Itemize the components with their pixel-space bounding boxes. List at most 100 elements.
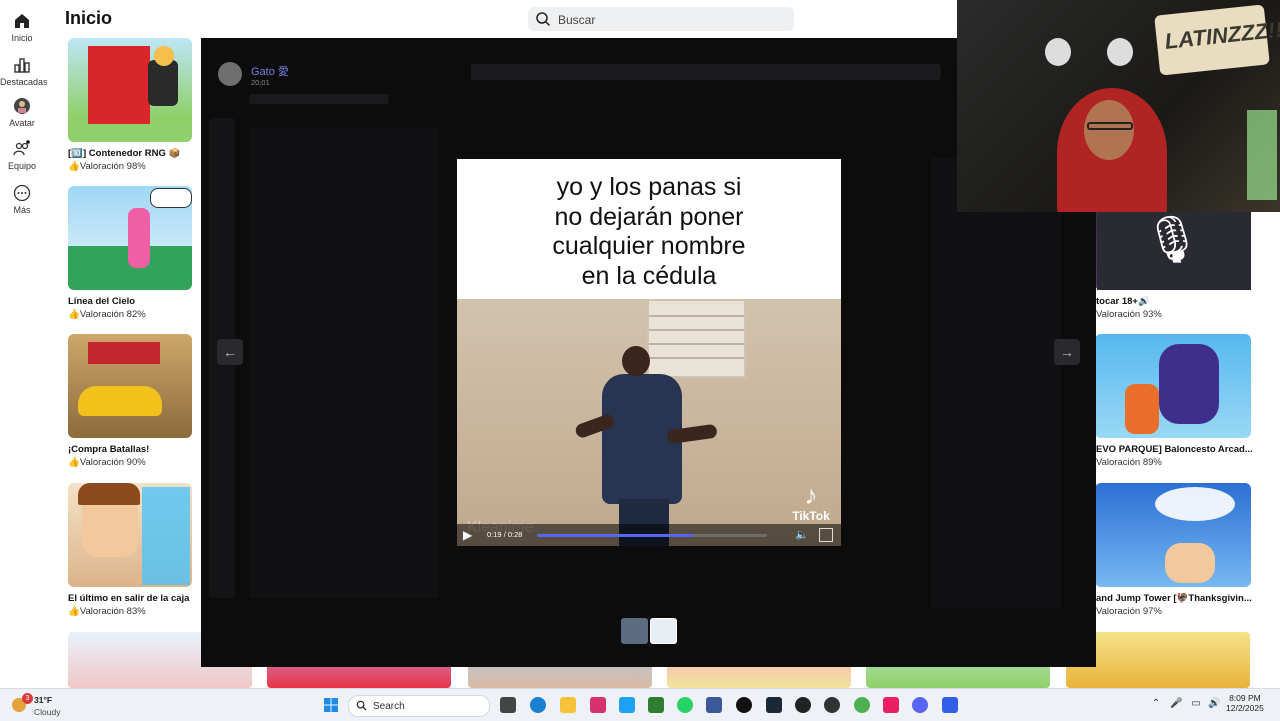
game-title: [🔟] Contenedor RNG 📦 — [68, 148, 181, 159]
game-tile[interactable]: and Jump Tower [🦃Thanksgivin... Valoraci… — [1095, 483, 1252, 617]
capcut-icon[interactable] — [883, 697, 899, 713]
microphone-icon: 🎙 — [1143, 213, 1202, 265]
game-thumbnail — [1095, 483, 1251, 587]
media-thumbnail-selected[interactable] — [650, 618, 677, 644]
dimmed-server-name — [249, 94, 389, 104]
sidebar-item-label: Equipo — [7, 161, 37, 171]
game-title: tocar 18+🔊 — [1096, 296, 1150, 307]
play-button[interactable]: ▶ — [463, 528, 477, 542]
fullscreen-button[interactable] — [819, 528, 833, 542]
taskbar-search-input[interactable] — [371, 697, 455, 716]
pc-case-light — [1247, 110, 1277, 200]
system-clock[interactable]: 8:09 PM 12/2/2025 — [1226, 693, 1264, 713]
arrow-right-icon: → — [1060, 344, 1074, 360]
xbox-icon[interactable] — [648, 697, 664, 713]
mic-overlay: 🎙 — [1097, 212, 1251, 290]
chrome-icon[interactable] — [854, 697, 870, 713]
calculator-icon[interactable] — [706, 697, 722, 713]
game-tile[interactable]: El último en salir de la caja 👍Valoració… — [68, 483, 192, 617]
sidebar-item-more[interactable]: Más — [0, 184, 44, 215]
sidebar-item-team[interactable]: Equipo — [0, 140, 44, 171]
twitter-icon[interactable] — [619, 697, 635, 713]
discord-icon[interactable] — [912, 697, 928, 713]
obs-icon[interactable] — [795, 697, 811, 713]
chevron-up-icon[interactable]: ⌃ — [1150, 698, 1162, 710]
game-thumbnail — [1095, 334, 1251, 438]
taskbar-search[interactable] — [348, 695, 490, 717]
next-media-button[interactable]: → — [1054, 339, 1080, 365]
chart-icon — [14, 58, 30, 73]
game-title: Línea del Cielo — [68, 296, 136, 307]
network-icon[interactable]: ▭ — [1190, 698, 1202, 710]
edge-icon[interactable] — [530, 697, 546, 713]
volume-icon: 🔈 — [795, 529, 809, 541]
game-rating: 👍Valoración 90% — [68, 457, 146, 468]
media-thumbnail[interactable] — [621, 618, 648, 644]
sidebar-item-featured[interactable]: Destacadas — [0, 56, 48, 87]
previous-media-button[interactable]: ← — [217, 339, 243, 365]
neon-sign: LATINZZZ!! — [1154, 4, 1280, 76]
sender-name: Gato 愛 — [251, 66, 289, 78]
avatar-icon — [14, 98, 30, 114]
video-progress-fill — [537, 534, 694, 537]
helmet — [1045, 38, 1071, 66]
video-time: 0:19 / 0:28 — [487, 530, 523, 539]
sidebar-item-label: Inicio — [11, 33, 33, 43]
streamer-head — [1084, 100, 1134, 160]
sidebar: Inicio Destacadas Avatar Equipo Más — [0, 0, 48, 688]
video-controls: ▶ 0:19 / 0:28 🔈 — [457, 524, 841, 546]
game-thumbnail — [68, 38, 192, 142]
tiktok-app-icon[interactable] — [736, 697, 752, 713]
game-title: EVO PARQUE] Baloncesto Arcad... — [1096, 444, 1252, 455]
game-rating: 👍Valoración 82% — [68, 309, 146, 320]
game-rating: 👍Valoración 98% — [68, 161, 146, 172]
game-tile[interactable]: ¡Compra Batallas! 👍Valoración 90% — [68, 334, 192, 468]
game-rating: Valoración 93% — [1096, 309, 1162, 320]
game-title: El último en salir de la caja — [68, 593, 190, 604]
speaker-icon[interactable]: 🔊 — [1208, 698, 1220, 710]
game-tile[interactable]: [🔟] Contenedor RNG 📦 👍Valoración 98% — [68, 38, 192, 172]
steam-icon[interactable] — [766, 697, 782, 713]
video-player[interactable]: yo y los panas si no dejarán poner cualq… — [457, 159, 841, 546]
search-icon — [536, 12, 551, 27]
task-view-icon[interactable] — [500, 697, 516, 713]
file-explorer-icon[interactable] — [560, 697, 576, 713]
instagram-icon[interactable] — [590, 697, 606, 713]
game-tile[interactable]: Línea del Cielo 👍Valoración 82% — [68, 186, 192, 320]
message-timestamp: 20:01 — [251, 78, 270, 87]
game-rating: 👍Valoración 83% — [68, 606, 146, 617]
notification-badge: 3 — [22, 693, 33, 704]
video-caption: yo y los panas si no dejarán poner cualq… — [552, 173, 746, 290]
helmet — [1107, 38, 1133, 66]
weather-temp: 31°F — [34, 695, 53, 705]
video-seek-bar[interactable] — [537, 534, 767, 537]
volume-button[interactable]: 🔈 — [795, 528, 809, 542]
game-title: ¡Compra Batallas! — [68, 444, 150, 455]
taskbar: 3 31°F Cloudy ⌃ 🎤 ▭ 🔊 8:09 PM 12/2/2025 — [0, 688, 1280, 721]
sidebar-item-home[interactable]: Inicio — [0, 12, 44, 43]
microphone-tray-icon[interactable]: 🎤 — [1170, 698, 1182, 710]
person-head — [622, 346, 650, 376]
game-tile[interactable]: EVO PARQUE] Baloncesto Arcad... Valoraci… — [1095, 334, 1252, 468]
sidebar-item-label: Destacadas — [0, 77, 48, 87]
sidebar-item-avatar[interactable]: Avatar — [0, 97, 44, 128]
windows-start-icon[interactable] — [323, 697, 339, 713]
home-icon — [15, 14, 29, 28]
people-icon — [13, 140, 30, 156]
thumbs-up-icon: 👍 — [68, 606, 80, 617]
dimmed-channel-list — [249, 128, 439, 598]
game-thumbnail — [68, 483, 192, 587]
weather-condition: Cloudy — [34, 707, 61, 717]
game-rating: Valoración 89% — [1096, 457, 1162, 468]
media-thumbnail-strip — [621, 618, 677, 644]
whatsapp-icon[interactable] — [677, 697, 693, 713]
dimmed-banner — [471, 64, 941, 80]
sidebar-item-label: Más — [13, 205, 31, 215]
search-input[interactable] — [556, 9, 790, 31]
dimmed-member-list — [931, 158, 1061, 608]
thumbs-up-icon: 👍 — [68, 309, 80, 320]
search-bar[interactable] — [528, 7, 794, 31]
roblox-icon[interactable] — [942, 697, 958, 713]
app-icon[interactable] — [824, 697, 840, 713]
tiktok-icon: ♪ — [804, 480, 818, 510]
